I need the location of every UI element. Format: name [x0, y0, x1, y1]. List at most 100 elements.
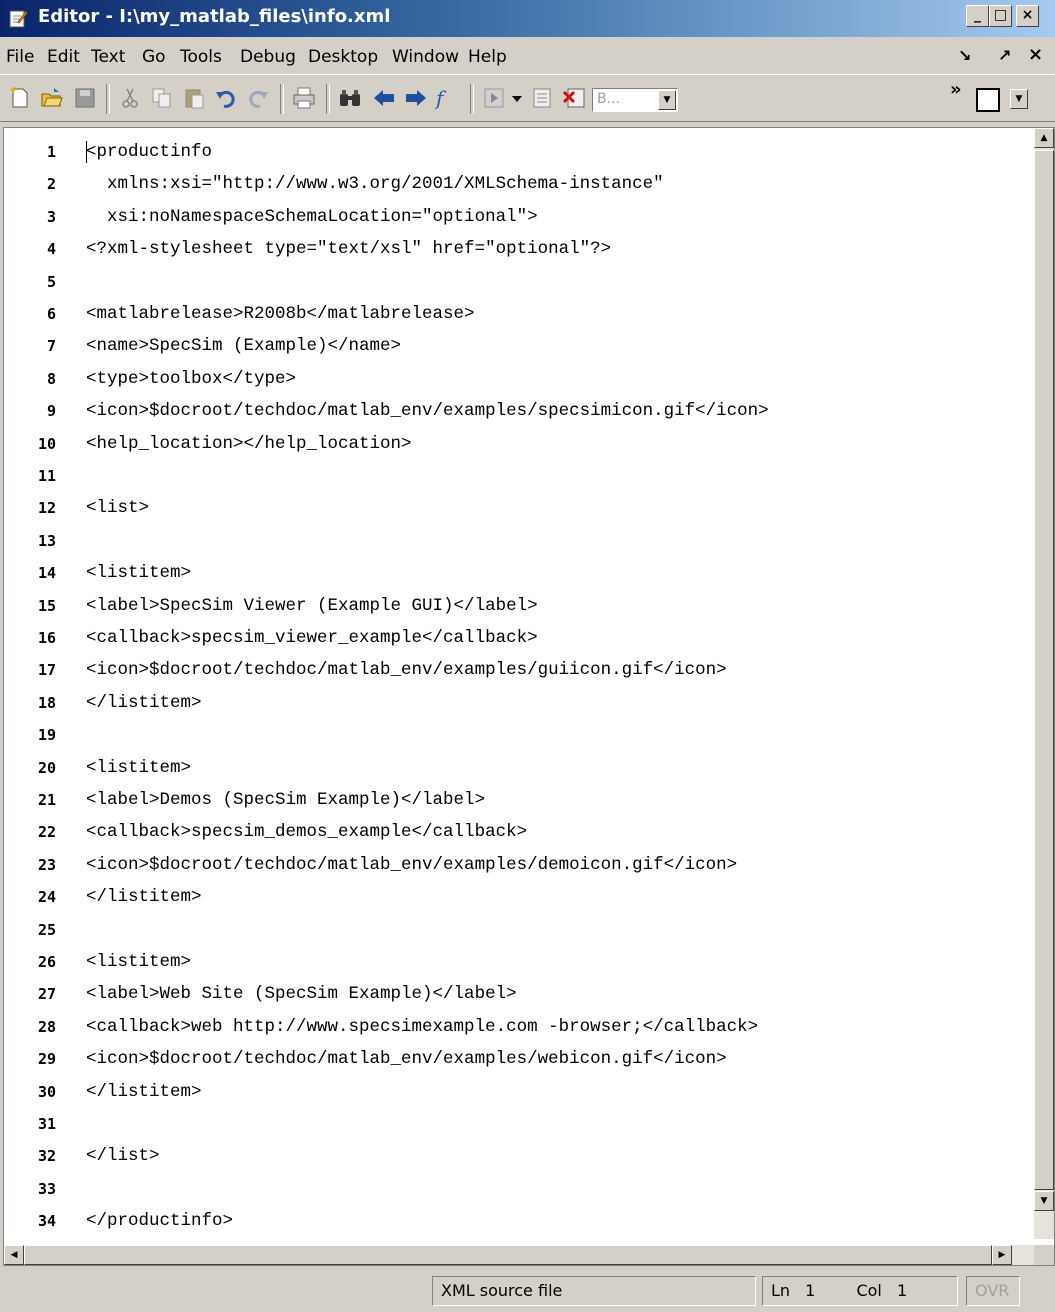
clear-breakpoints-icon[interactable] [562, 86, 586, 110]
paste-icon[interactable] [182, 86, 206, 110]
code-line[interactable]: <callback>specsim_demos_example</callbac… [86, 816, 527, 848]
menu-tools[interactable]: Tools [180, 47, 222, 67]
code-line[interactable]: <icon>$docroot/techdoc/matlab_env/exampl… [86, 849, 737, 881]
code-line[interactable]: xmlns:xsi="http://www.w3.org/2001/XMLSch… [86, 168, 664, 200]
line-number: 2 [46, 175, 56, 194]
dropdown-icon[interactable] [510, 86, 524, 110]
code-line[interactable]: xsi:noNamespaceSchemaLocation="optional"… [86, 201, 538, 233]
cell-combo-box[interactable]: B... ▼ [592, 88, 678, 112]
line-number: 12 [37, 499, 56, 518]
code-line[interactable]: <listitem> [86, 752, 191, 784]
status-file-type: XML source file [432, 1276, 756, 1306]
maximize-button[interactable]: □ [989, 5, 1012, 27]
code-line[interactable]: <icon>$docroot/techdoc/matlab_env/exampl… [86, 395, 769, 427]
line-number: 20 [37, 758, 56, 777]
scroll-left-button[interactable]: ◀ [4, 1245, 24, 1265]
line-number-gutter: 1 2 3 4 5 6 7 8 9 10 11 12 13 14 15 16 17 18 19 20 21 22 23 24 2… [4, 128, 66, 1230]
scroll-up-button[interactable]: ▲ [1034, 128, 1054, 148]
code-editor[interactable]: 1 2 3 4 5 6 7 8 9 10 11 12 13 14 15 16 17 18 19 20 21 22 23 24 2… [3, 127, 1055, 1266]
size-grip[interactable] [1034, 1245, 1054, 1265]
open-folder-icon[interactable] [40, 86, 64, 110]
code-line[interactable]: <label>Web Site (SpecSim Example)</label… [86, 978, 517, 1010]
close-pane-icon[interactable]: × [1028, 44, 1043, 65]
menu-bar: File Edit Text Go Tools Debug Desktop Wi… [0, 38, 1055, 74]
toolbar-separator [106, 84, 110, 114]
code-line[interactable]: <?xml-stylesheet type="text/xsl" href="o… [86, 233, 611, 265]
cut-icon[interactable] [118, 86, 142, 110]
maximize-pane-icon[interactable]: ↗ [998, 46, 1011, 65]
code-line[interactable]: <help_location></help_location> [86, 428, 412, 460]
code-line[interactable]: </list> [86, 1140, 160, 1172]
vertical-scrollbar[interactable]: ▲ ▼ [1034, 128, 1054, 1239]
back-arrow-icon[interactable] [372, 86, 396, 110]
code-line[interactable]: <label>Demos (SpecSim Example)</label> [86, 784, 485, 816]
breakpoint-icon[interactable] [482, 86, 506, 110]
print-icon[interactable] [292, 86, 316, 110]
line-number: 25 [37, 920, 56, 939]
tile-layout-icon[interactable] [976, 88, 1000, 112]
window-title: Editor - I:\my_matlab_files\info.xml [38, 6, 391, 27]
menu-help[interactable]: Help [468, 47, 507, 67]
chevron-down-icon[interactable]: ▼ [658, 90, 676, 110]
code-line[interactable]: <callback>web http://www.specsimexample.… [86, 1011, 758, 1043]
scroll-down-button[interactable]: ▼ [1034, 1191, 1054, 1211]
horizontal-scrollbar[interactable]: ◀ ▶ [4, 1245, 1034, 1265]
code-line[interactable]: <list> [86, 492, 149, 524]
forward-arrow-icon[interactable] [404, 86, 428, 110]
menu-edit[interactable]: Edit [47, 47, 80, 67]
toolbar-overflow-chevron[interactable]: » [950, 79, 962, 100]
undo-icon[interactable] [214, 86, 238, 110]
line-number: 30 [37, 1082, 56, 1101]
undock-icon[interactable]: ↘ [958, 46, 971, 65]
line-number: 4 [46, 240, 56, 259]
line-number: 24 [37, 888, 56, 907]
redo-icon[interactable] [246, 86, 270, 110]
code-line[interactable]: </listitem> [86, 687, 202, 719]
line-number: 21 [37, 791, 56, 809]
layout-dropdown-icon[interactable]: ▼ [1010, 89, 1028, 109]
cell-mode-icon[interactable] [530, 86, 554, 110]
line-number: 28 [37, 1017, 56, 1036]
find-binoculars-icon[interactable] [338, 86, 362, 110]
line-number: 15 [37, 596, 56, 615]
code-line[interactable]: <icon>$docroot/techdoc/matlab_env/exampl… [86, 654, 727, 686]
code-line[interactable]: <name>SpecSim (Example)</name> [86, 330, 401, 362]
line-number: 31 [37, 1115, 56, 1133]
line-number: 10 [37, 434, 56, 453]
menu-desktop[interactable]: Desktop [308, 47, 378, 67]
menu-window[interactable]: Window [392, 47, 459, 67]
code-line[interactable]: </listitem> [86, 1076, 202, 1108]
line-number: 13 [37, 531, 56, 550]
function-icon[interactable]: f [436, 86, 460, 110]
title-bar[interactable]: Editor - I:\my_matlab_files\info.xml _ □… [0, 0, 1055, 37]
code-line[interactable]: </productinfo> [86, 1205, 233, 1237]
code-line[interactable]: </listitem> [86, 881, 202, 913]
code-line[interactable]: <matlabrelease>R2008b</matlabrelease> [86, 298, 475, 330]
menu-go[interactable]: Go [142, 47, 166, 67]
code-line[interactable]: <productinfo [86, 136, 212, 168]
code-line[interactable]: <listitem> [86, 557, 191, 589]
menu-text[interactable]: Text [91, 47, 125, 67]
line-number: 19 [37, 726, 56, 745]
line-number: 33 [37, 1179, 56, 1198]
close-button[interactable]: × [1016, 5, 1039, 27]
code-line[interactable]: <callback>specsim_viewer_example</callba… [86, 622, 538, 654]
line-label: Ln [771, 1281, 791, 1300]
code-line[interactable]: <listitem> [86, 946, 191, 978]
vertical-scroll-thumb[interactable] [1034, 150, 1054, 1190]
copy-icon[interactable] [150, 86, 174, 110]
minimize-button[interactable]: _ [966, 5, 989, 27]
column-label: Col [856, 1281, 882, 1300]
line-number: 1 [46, 143, 56, 161]
menu-file[interactable]: File [6, 47, 34, 67]
menu-debug[interactable]: Debug [240, 47, 296, 67]
line-number: 16 [37, 629, 56, 647]
code-line[interactable]: <type>toolbox</type> [86, 363, 296, 395]
code-line[interactable]: <icon>$docroot/techdoc/matlab_env/exampl… [86, 1043, 727, 1075]
horizontal-scroll-thumb[interactable] [24, 1245, 992, 1265]
save-icon[interactable] [73, 86, 97, 110]
code-line[interactable]: <label>SpecSim Viewer (Example GUI)</lab… [86, 590, 538, 622]
scroll-right-button[interactable]: ▶ [992, 1245, 1012, 1265]
editor-window: Editor - I:\my_matlab_files\info.xml _ □… [0, 0, 1055, 1312]
new-file-icon[interactable] [8, 86, 32, 110]
